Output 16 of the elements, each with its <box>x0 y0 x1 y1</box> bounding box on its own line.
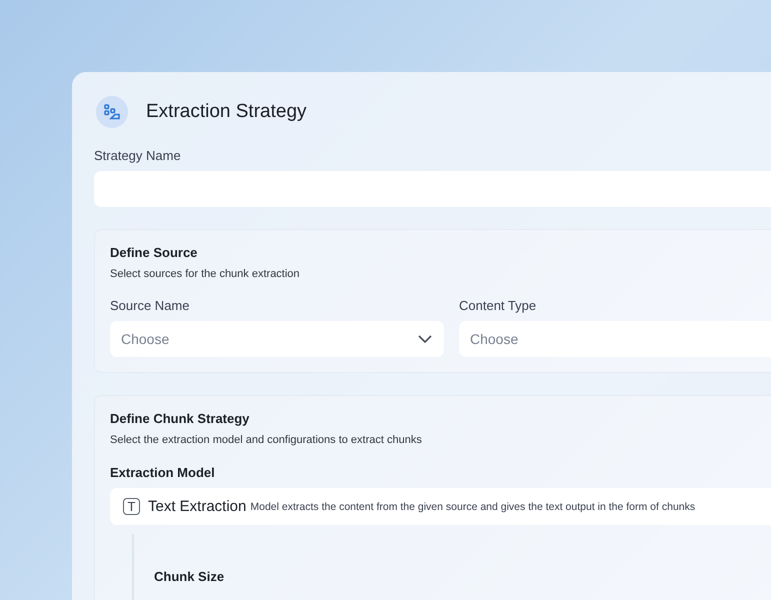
chevron-down-icon <box>418 335 432 343</box>
model-option[interactable]: T Text Extraction Model extracts the content from the given source and gives the text output in the form of chunks <box>110 488 771 525</box>
text-icon: T <box>123 498 140 515</box>
section-title: Define Chunk Strategy <box>110 411 250 426</box>
section-title: Define Source <box>110 245 198 260</box>
input-field[interactable]: Choose <box>459 321 771 357</box>
dropdown-field[interactable]: Choose <box>110 321 444 357</box>
field-label: Chunk Size <box>154 569 226 584</box>
section-subtitle: Select the extraction model and configurations to extract chunks <box>110 434 423 446</box>
field-label: Source Name <box>110 298 190 313</box>
field-label: Content Type <box>459 298 538 313</box>
page-title: Extraction Strategy <box>146 101 307 123</box>
field-label: Extraction Model <box>110 465 216 480</box>
extraction-icon <box>96 96 128 128</box>
section-subtitle: Select sources for the chunk extraction <box>110 268 301 280</box>
field-label: Strategy Name <box>94 148 182 163</box>
